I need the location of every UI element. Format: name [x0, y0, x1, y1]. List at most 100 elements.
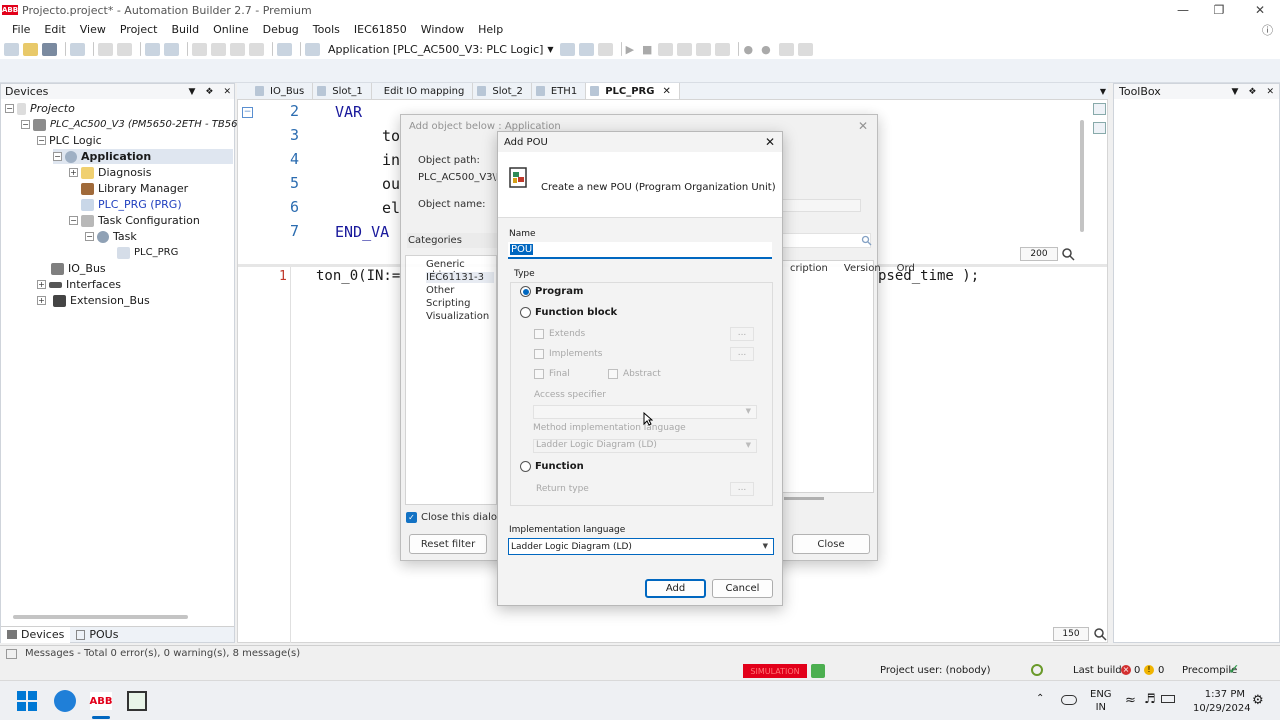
category-item[interactable]: Scripting — [426, 298, 470, 309]
application-combo[interactable]: Application [PLC_AC500_V3: PLC Logic] — [328, 43, 543, 56]
print-icon[interactable] — [70, 42, 85, 56]
close-icon[interactable]: ✕ — [765, 135, 775, 149]
checkbox-icon[interactable] — [534, 329, 544, 339]
find-icon[interactable] — [145, 42, 160, 56]
zoom-magnifier-icon[interactable] — [1061, 247, 1075, 261]
run-icon[interactable]: ▶ — [626, 43, 634, 56]
menu-online[interactable]: Online — [206, 23, 255, 36]
undo-icon[interactable] — [98, 42, 113, 56]
reset-icon[interactable] — [658, 42, 674, 56]
decl-vertical-scrollbar[interactable] — [1080, 120, 1084, 232]
tab-io-bus[interactable]: IO_Bus — [251, 83, 314, 99]
build-icon[interactable] — [559, 42, 575, 56]
collapse-icon[interactable]: − — [85, 232, 94, 241]
menu-tools[interactable]: Tools — [306, 23, 347, 36]
radio-icon[interactable] — [520, 307, 531, 318]
menu-iec61850[interactable]: IEC61850 — [347, 23, 414, 36]
panel-dropdown-icon[interactable]: ▼ — [1231, 87, 1238, 97]
function-block-radio[interactable]: Function block — [520, 307, 617, 318]
close-icon[interactable]: ✕ — [1240, 0, 1280, 20]
panel-dropdown-icon[interactable]: ▼ — [188, 87, 195, 97]
reset-filter-button[interactable]: Reset filter — [409, 534, 487, 554]
open-folder-icon[interactable] — [23, 42, 38, 56]
tab-edit-io-mapping[interactable]: Edit IO mapping — [372, 83, 474, 99]
panel-close-icon[interactable]: ✕ — [223, 87, 231, 97]
save-icon[interactable] — [42, 42, 57, 56]
add-button[interactable]: Add — [645, 579, 706, 598]
cancel-button[interactable]: Cancel — [712, 579, 773, 598]
close-icon[interactable]: ✕ — [858, 119, 868, 133]
column-header[interactable]: Version — [844, 263, 881, 274]
tab-pous[interactable]: POUs — [70, 628, 124, 641]
checkbox-checked-icon[interactable]: ✓ — [406, 512, 417, 523]
paint-app-icon[interactable] — [127, 691, 147, 711]
tree-item-plc-prg[interactable]: PLC_PRG (PRG) — [81, 197, 182, 212]
search-input[interactable] — [781, 233, 871, 248]
menu-edit[interactable]: Edit — [37, 23, 72, 36]
minimize-icon[interactable]: — — [1163, 0, 1203, 20]
horizontal-scrollbar[interactable] — [13, 615, 188, 619]
tree-item-io-bus[interactable]: IO_Bus — [51, 261, 106, 276]
column-header[interactable]: cription — [790, 263, 828, 274]
search-icon[interactable] — [861, 235, 872, 246]
implements-checkbox[interactable]: Implements — [534, 349, 602, 359]
function-radio[interactable]: Function — [520, 461, 584, 472]
step-over-icon[interactable] — [677, 42, 693, 56]
menu-window[interactable]: Window — [414, 23, 471, 36]
windows-start-icon[interactable] — [17, 691, 37, 711]
breakpoint-toggle-icon[interactable]: ● — [761, 43, 771, 56]
battery-icon[interactable] — [1161, 695, 1175, 703]
messages-status[interactable]: Messages - Total 0 error(s), 0 warning(s… — [6, 648, 300, 659]
tab-plc-prg[interactable]: PLC_PRG ✕ — [586, 83, 680, 99]
collapse-icon[interactable]: − — [37, 136, 46, 145]
fold-icon[interactable]: − — [242, 107, 253, 118]
onedrive-icon[interactable] — [1061, 695, 1077, 705]
list-scrollbar[interactable] — [784, 497, 824, 500]
tree-item-extension-bus[interactable]: + Extension_Bus — [37, 293, 150, 308]
wifi-icon[interactable]: ≈ — [1125, 693, 1136, 708]
tab-slot-1[interactable]: Slot_1 — [313, 83, 372, 99]
return-type-browse-button[interactable]: ... — [730, 482, 754, 496]
extends-browse-button[interactable]: ... — [730, 327, 754, 341]
login-icon[interactable] — [578, 42, 594, 56]
abstract-checkbox[interactable]: Abstract — [608, 369, 661, 379]
step-out-icon[interactable] — [715, 42, 731, 56]
tree-item-diagnosis[interactable]: + Diagnosis — [69, 165, 151, 180]
close-button[interactable]: Close — [792, 534, 870, 554]
tree-item-plc[interactable]: − PLC_AC500_V3 (PM5650-2ETH - TB5620-2ET — [21, 117, 273, 132]
tab-slot-2[interactable]: Slot_2 — [473, 83, 532, 99]
tree-item-plc-logic[interactable]: − PLC Logic — [37, 133, 102, 148]
zoom-magnifier-bottom-icon[interactable] — [1093, 627, 1107, 641]
checkbox-icon[interactable] — [534, 349, 544, 359]
radio-icon[interactable] — [520, 461, 531, 472]
tree-item-task-plc-prg[interactable]: PLC_PRG — [117, 245, 178, 260]
clock[interactable]: 1:37 PM 10/29/2024 — [1193, 688, 1251, 716]
tree-item-application[interactable]: − Application — [53, 149, 233, 164]
bookmark-icon[interactable] — [192, 42, 207, 56]
new-object-icon[interactable] — [305, 42, 320, 56]
notification-icon[interactable]: ⚙ — [1252, 693, 1264, 708]
write-values-icon[interactable] — [797, 42, 813, 56]
force-icon[interactable] — [778, 42, 794, 56]
tree-item-project[interactable]: − Projecto — [5, 101, 75, 116]
category-item[interactable]: Visualization — [426, 311, 489, 322]
checkbox-icon[interactable] — [608, 369, 618, 379]
tree-item-interfaces[interactable]: + Interfaces — [37, 277, 121, 292]
collapse-icon[interactable]: − — [69, 216, 78, 225]
method-impl-lang-select[interactable]: Ladder Logic Diagram (LD) ▼ — [533, 439, 757, 453]
volume-icon[interactable]: ♬ — [1144, 692, 1156, 707]
extends-checkbox[interactable]: Extends — [534, 329, 585, 339]
chevron-down-icon[interactable]: ▼ — [547, 45, 553, 54]
category-item[interactable]: Other — [426, 285, 454, 296]
expand-icon[interactable]: + — [37, 280, 46, 289]
abb-app-icon[interactable]: ABB — [90, 692, 113, 710]
tree-item-task-configuration[interactable]: − Task Configuration — [69, 213, 200, 228]
text-view-icon[interactable] — [1093, 103, 1106, 115]
tab-close-icon[interactable]: ✕ — [662, 86, 670, 97]
bookmark-clear-icon[interactable] — [249, 42, 264, 56]
collapse-icon[interactable]: − — [53, 152, 62, 161]
collapse-icon[interactable]: − — [5, 104, 14, 113]
expand-icon[interactable]: + — [37, 296, 46, 305]
stop-icon[interactable]: ■ — [642, 43, 652, 56]
implements-browse-button[interactable]: ... — [730, 347, 754, 361]
